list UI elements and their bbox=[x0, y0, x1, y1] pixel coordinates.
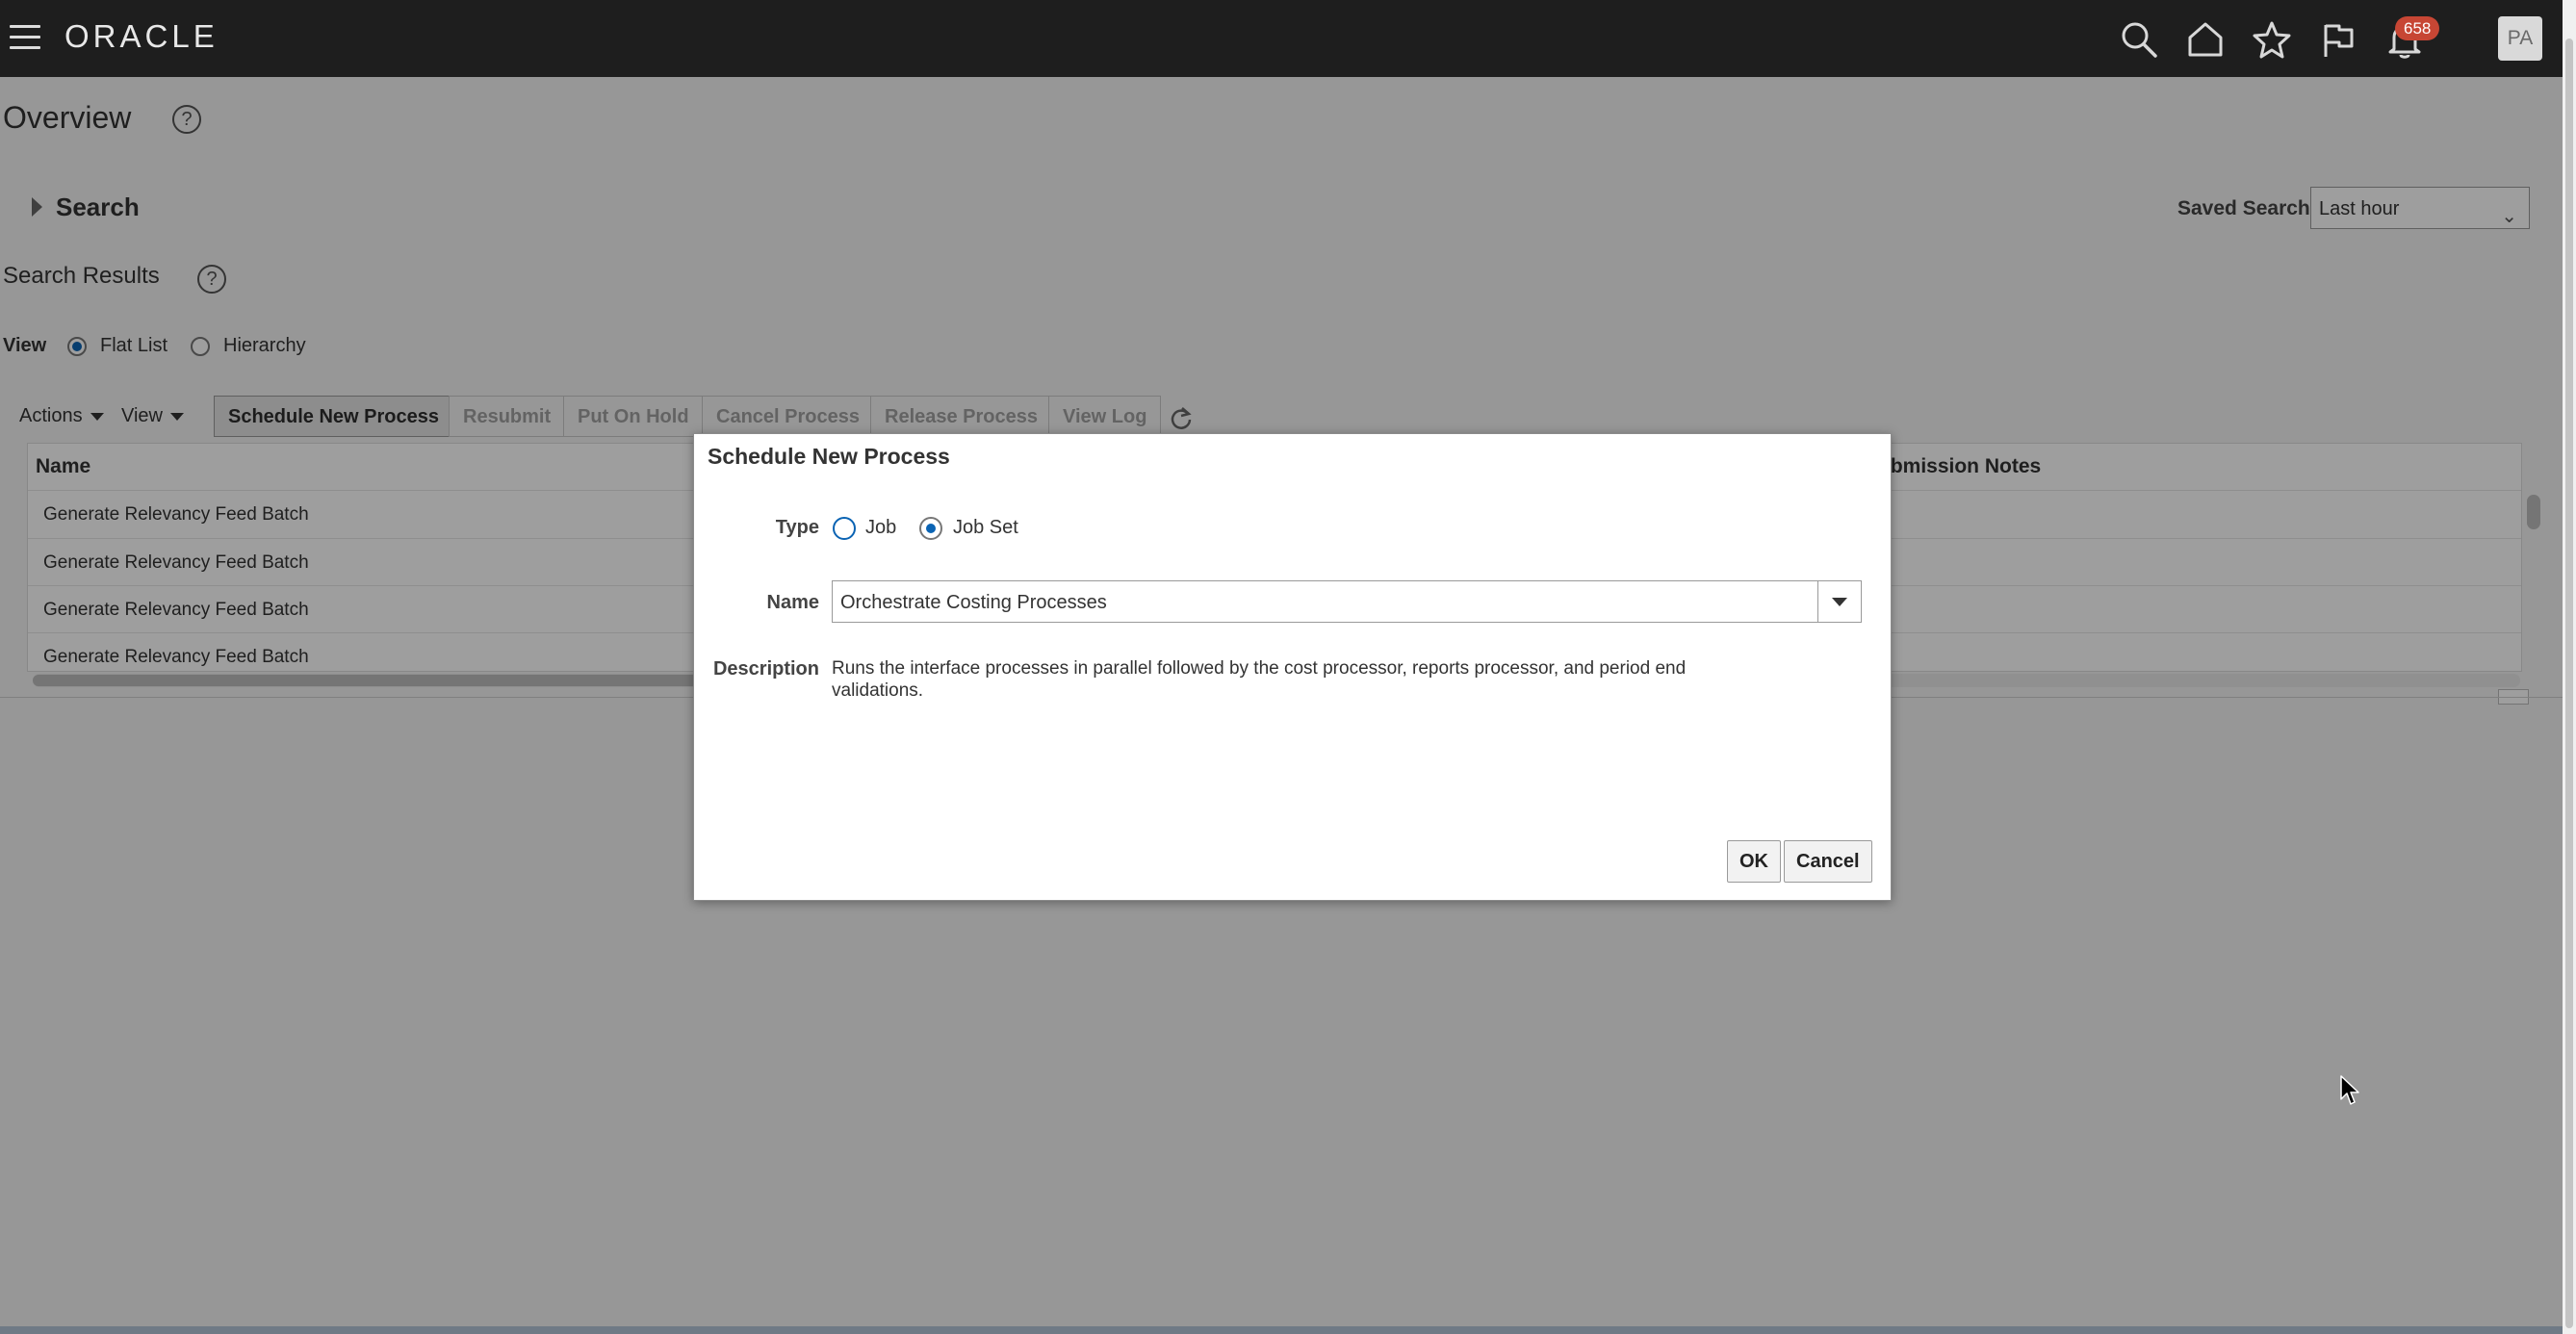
menu-icon[interactable] bbox=[10, 25, 40, 50]
oracle-logo[interactable]: ORACLE bbox=[64, 18, 219, 55]
name-label: Name bbox=[766, 592, 819, 613]
name-input-value: Orchestrate Costing Processes bbox=[840, 592, 1107, 613]
name-combobox[interactable]: Orchestrate Costing Processes bbox=[832, 580, 1862, 623]
cancel-button[interactable]: Cancel bbox=[1784, 840, 1872, 883]
type-job-set-label[interactable]: Job Set bbox=[953, 517, 1018, 539]
dialog-title: Schedule New Process bbox=[708, 444, 950, 469]
type-label: Type bbox=[775, 517, 819, 538]
description-text: Runs the interface processes in parallel… bbox=[832, 658, 1687, 701]
mouse-cursor-icon bbox=[2340, 1075, 2359, 1105]
home-icon[interactable] bbox=[2183, 17, 2228, 62]
notification-count-badge: 658 bbox=[2395, 16, 2440, 40]
favorites-star-icon[interactable] bbox=[2250, 17, 2294, 62]
user-avatar[interactable]: PA bbox=[2498, 16, 2542, 61]
type-job-label[interactable]: Job bbox=[865, 517, 896, 539]
type-job-radio[interactable] bbox=[833, 517, 856, 540]
search-icon[interactable] bbox=[2117, 17, 2161, 62]
name-dropdown-button[interactable] bbox=[1817, 581, 1861, 622]
schedule-new-process-dialog: Schedule New Process Type Job Job Set Na… bbox=[693, 433, 1892, 901]
flag-icon[interactable] bbox=[2316, 17, 2360, 62]
type-job-set-radio[interactable] bbox=[919, 517, 942, 540]
page-scrollbar-thumb[interactable] bbox=[2565, 38, 2573, 1328]
top-bar: ORACLE 658 PA bbox=[0, 0, 2563, 77]
bottom-edge bbox=[0, 1326, 2563, 1334]
description-label: Description bbox=[712, 658, 819, 680]
ok-button[interactable]: OK bbox=[1727, 840, 1781, 883]
